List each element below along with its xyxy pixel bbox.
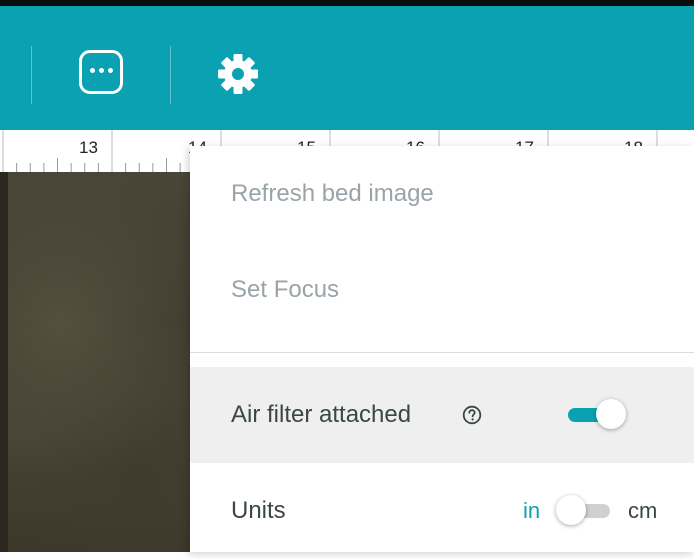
gear-icon xyxy=(218,54,258,94)
units-cm-option[interactable]: cm xyxy=(628,498,657,524)
menu-item-label: Set Focus xyxy=(231,276,340,303)
menu-item-label: Refresh bed image xyxy=(231,180,434,207)
question-circle-icon[interactable] xyxy=(462,405,482,425)
menu-item-air-filter[interactable]: Air filter attached xyxy=(190,367,694,463)
more-options-button[interactable] xyxy=(79,50,123,94)
ruler-label: 13 xyxy=(79,138,98,157)
toggle-knob xyxy=(596,399,626,429)
top-toolbar xyxy=(0,6,694,130)
menu-item-refresh-bed-image[interactable]: Refresh bed image xyxy=(190,146,694,242)
units-toggle[interactable] xyxy=(556,495,616,527)
menu-item-set-focus[interactable]: Set Focus xyxy=(190,242,694,338)
more-options-icon xyxy=(82,68,120,73)
settings-button[interactable] xyxy=(214,50,262,98)
toolbar-divider xyxy=(31,46,32,104)
toolbar-divider xyxy=(170,46,171,104)
air-filter-toggle[interactable] xyxy=(568,399,628,431)
air-filter-label: Air filter attached xyxy=(231,401,412,428)
bed-camera-image[interactable] xyxy=(0,172,200,552)
menu-divider xyxy=(190,352,694,353)
units-in-option[interactable]: in xyxy=(523,498,540,524)
bed-image-edge xyxy=(0,172,8,552)
toggle-knob xyxy=(556,495,586,525)
settings-dropdown-menu: Refresh bed image Set Focus Air filter a… xyxy=(190,146,694,552)
menu-item-units: Units in cm xyxy=(190,463,694,559)
units-label: Units xyxy=(231,497,286,524)
